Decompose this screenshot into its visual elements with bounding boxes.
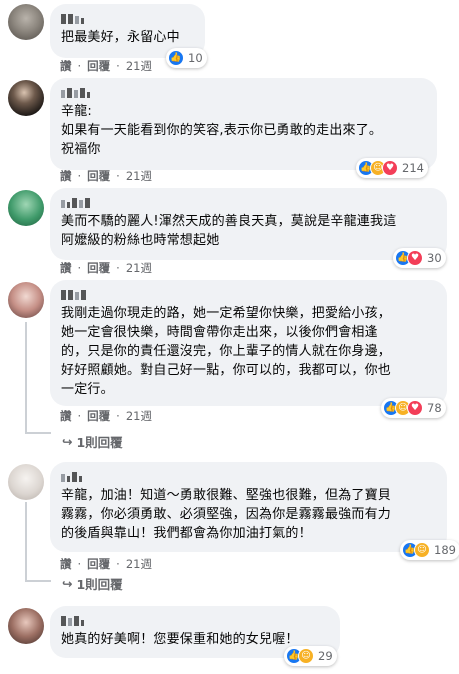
haha-icon: ☺ [414, 542, 430, 558]
reply-button[interactable]: 回覆 [87, 556, 110, 572]
reply-button[interactable]: 回覆 [87, 408, 110, 424]
like-button[interactable]: 讚 [60, 260, 72, 276]
comment-bubble: 辛龍，加油！知道～勇敢很難、堅強也很難，但為了寶貝 霧霧，你必須勇敢、必須堅強，… [50, 462, 447, 552]
avatar[interactable] [8, 608, 44, 644]
reaction-summary[interactable]: 👍 ☺ ♥ 214 [356, 158, 428, 178]
haha-icon: ☺ [298, 648, 314, 664]
comment-item: 辛龍: 如果有一天能看到你的笑容,表示你已勇敢的走出來了。 祝福你 👍 ☺ ♥ … [0, 78, 459, 188]
comment-item: 美而不驕的麗人!渾然天成的善良天真，莫說是辛龍連我這 阿嬤級的粉絲也時常想起她 … [0, 188, 459, 278]
comment-author[interactable] [61, 613, 329, 626]
replies-label: 1則回覆 [76, 577, 123, 592]
reaction-count: 10 [188, 51, 203, 65]
avatar[interactable] [8, 190, 44, 226]
comment-author[interactable] [61, 469, 436, 482]
reaction-summary[interactable]: 👍 ☺ 189 [400, 540, 459, 560]
like-button[interactable]: 讚 [60, 168, 72, 184]
reaction-summary[interactable]: 👍 ☺ 29 [284, 646, 337, 666]
comment-actions: 讚 · 回覆 · 21週 [60, 58, 152, 74]
love-icon: ♥ [382, 160, 398, 176]
comment-time[interactable]: 21週 [126, 58, 152, 74]
comment-text: 辛龍: 如果有一天能看到你的笑容,表示你已勇敢的走出來了。 祝福你 [61, 104, 383, 157]
reaction-count: 189 [434, 543, 456, 557]
comment-author[interactable] [61, 195, 436, 208]
reply-button[interactable]: 回覆 [87, 168, 110, 184]
comment-actions: 讚 · 回覆 · 21週 [60, 168, 152, 184]
reaction-count: 214 [402, 161, 424, 175]
avatar[interactable] [8, 4, 44, 40]
avatar[interactable] [8, 464, 44, 500]
reply-arrow-icon: ↪ [62, 576, 73, 591]
reaction-summary[interactable]: 👍 10 [166, 48, 207, 68]
comment-text: 把最美好，永留心中 [61, 30, 180, 45]
reply-button[interactable]: 回覆 [87, 58, 110, 74]
comment-author[interactable] [61, 11, 194, 24]
like-button[interactable]: 讚 [60, 556, 72, 572]
view-replies-button[interactable]: ↪ 1則回覆 [62, 574, 123, 593]
comment-time[interactable]: 21週 [126, 408, 152, 424]
reply-arrow-icon: ↪ [62, 434, 73, 449]
reaction-count: 29 [318, 649, 333, 663]
comment-author[interactable] [61, 287, 436, 300]
like-icon: 👍 [168, 50, 184, 66]
view-replies-button[interactable]: ↪ 1則回覆 [62, 432, 123, 451]
comment-actions: 讚 · 回覆 · 21週 [60, 408, 152, 424]
comment-author[interactable] [61, 85, 426, 98]
comment-text: 辛龍，加油！知道～勇敢很難、堅強也很難，但為了寶貝 霧霧，你必須勇敢、必須堅強，… [61, 488, 392, 541]
comment-item: 把最美好，永留心中 👍 10 讚 · 回覆 · 21週 [0, 0, 459, 73]
comment-text: 我剛走過你現走的路，她一定希望你快樂，把愛給小孩， 她一定會很快樂，時間會帶你走… [61, 306, 392, 397]
reaction-summary[interactable]: 👍 ♥ 30 [393, 248, 446, 268]
reaction-summary[interactable]: 👍 ☺ ♥ 78 [381, 398, 446, 418]
love-icon: ♥ [407, 400, 423, 416]
comment-item: 辛龍，加油！知道～勇敢很難、堅強也很難，但為了寶貝 霧霧，你必須勇敢、必須堅強，… [0, 462, 459, 602]
comment-actions: 讚 · 回覆 · 21週 [60, 260, 152, 276]
love-icon: ♥ [407, 250, 423, 266]
comment-bubble: 我剛走過你現走的路，她一定希望你快樂，把愛給小孩， 她一定會很快樂，時間會帶你走… [50, 280, 447, 406]
comment-actions: 讚 · 回覆 · 21週 [60, 556, 152, 572]
reaction-count: 78 [427, 401, 442, 415]
comment-bubble: 美而不驕的麗人!渾然天成的善良天真，莫說是辛龍連我這 阿嬤級的粉絲也時常想起她 [50, 188, 447, 260]
comment-text: 美而不驕的麗人!渾然天成的善良天真，莫說是辛龍連我這 阿嬤級的粉絲也時常想起她 [61, 214, 397, 248]
like-button[interactable]: 讚 [60, 58, 72, 74]
like-button[interactable]: 讚 [60, 408, 72, 424]
comment-item: 我剛走過你現走的路，她一定希望你快樂，把愛給小孩， 她一定會很快樂，時間會帶你走… [0, 280, 459, 455]
replies-label: 1則回覆 [76, 435, 123, 450]
avatar[interactable] [8, 80, 44, 116]
comment-item: 她真的好美啊！您要保重和她的女兒喔！ 👍 ☺ 29 [0, 606, 459, 674]
comment-bubble: 辛龍: 如果有一天能看到你的笑容,表示你已勇敢的走出來了。 祝福你 [50, 78, 437, 170]
avatar[interactable] [8, 282, 44, 318]
comment-time[interactable]: 21週 [126, 260, 152, 276]
reply-button[interactable]: 回覆 [87, 260, 110, 276]
comment-time[interactable]: 21週 [126, 556, 152, 572]
reaction-count: 30 [427, 251, 442, 265]
comment-time[interactable]: 21週 [126, 168, 152, 184]
